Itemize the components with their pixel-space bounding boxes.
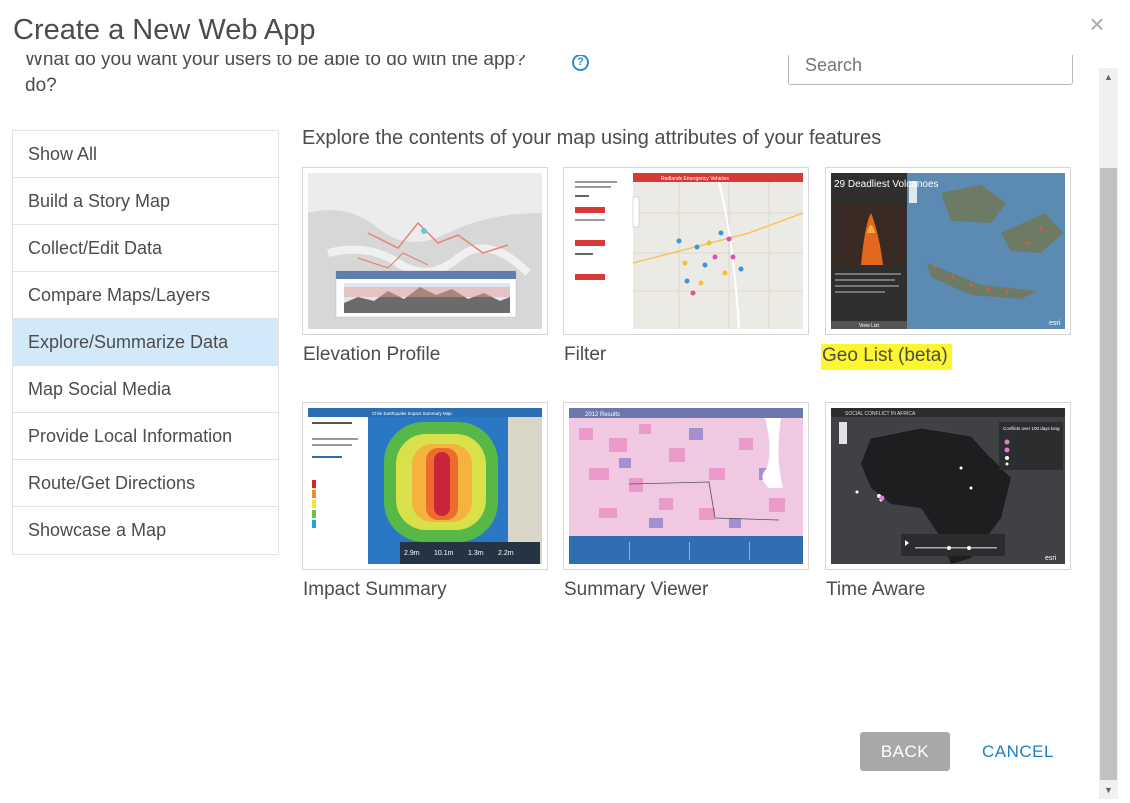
app-card-filter[interactable]: Redlands Emergency Vehicles Filter [563,167,809,366]
impact-summary-map-image: Chile Earthquake Impact Summary Map 2.9m… [308,408,542,564]
question-line-2: do? [25,75,57,96]
app-label-geo-list[interactable]: Geo List (beta) [821,344,952,370]
thumbnail-impact-summary[interactable]: Chile Earthquake Impact Summary Map 2.9m… [302,402,548,570]
summary-header-text: 2012 Results [585,412,620,418]
filter-map-image: Redlands Emergency Vehicles [569,173,803,329]
question-line-1: What do you want your users to be able t… [25,55,526,70]
category-collect-edit-data[interactable]: Collect/Edit Data [13,225,278,272]
search-input[interactable] [805,55,1056,76]
dialog-body: What do you want your users to be able t… [0,55,1098,803]
dialog-title: Create a New Web App [13,14,316,46]
category-map-social-media[interactable]: Map Social Media [13,366,278,413]
time-header-text: SOCIAL CONFLICT IN AFRICA [845,411,916,417]
thumbnail-elevation-profile[interactable] [302,167,548,335]
app-card-geo-list[interactable]: 29 Deadliest Volcanoes View List esri Ge… [821,167,1071,370]
impact-stat-3: 1.3m [468,550,484,557]
question-text: What do you want your users to be able t… [25,55,526,97]
geo-list-esri-mark: esri [1049,320,1061,327]
time-legend-title: Conflicts over 100 days long [1003,426,1060,431]
app-card-impact-summary[interactable]: Chile Earthquake Impact Summary Map 2.9m… [302,402,548,601]
category-route-get-directions[interactable]: Route/Get Directions [13,460,278,507]
category-provide-local-information[interactable]: Provide Local Information [13,413,278,460]
thumbnail-time-aware[interactable]: SOCIAL CONFLICT IN AFRICA Conflicts over… [825,402,1071,570]
thumbnail-summary-viewer[interactable]: 2012 Results [563,402,809,570]
impact-header-text: Chile Earthquake Impact Summary Map [372,411,452,416]
category-list: Show All Build a Story Map Collect/Edit … [12,130,279,555]
close-icon[interactable]: × [1086,11,1108,37]
filter-header-text: Redlands Emergency Vehicles [661,176,729,182]
category-explore-summarize-data[interactable]: Explore/Summarize Data [13,319,278,366]
impact-stat-1: 2.9m [404,550,420,557]
app-label-summary-viewer[interactable]: Summary Viewer [563,579,709,601]
impact-stat-4: 2.2m [498,550,514,557]
app-card-summary-viewer[interactable]: 2012 Results Summary Viewer [563,402,809,601]
scroll-down-arrow-icon[interactable]: ▼ [1099,781,1118,799]
app-label-elevation-profile[interactable]: Elevation Profile [302,344,441,366]
app-card-elevation-profile[interactable]: Elevation Profile [302,167,548,366]
vertical-scrollbar[interactable]: ▲ ▼ [1099,68,1118,799]
help-icon[interactable]: ? [572,55,589,71]
back-button[interactable]: BACK [860,732,950,771]
search-box[interactable] [788,55,1073,85]
app-card-time-aware[interactable]: SOCIAL CONFLICT IN AFRICA Conflicts over… [825,402,1071,601]
time-aware-map-image: SOCIAL CONFLICT IN AFRICA Conflicts over… [831,408,1065,564]
cancel-button[interactable]: CANCEL [977,732,1059,771]
scroll-thumb[interactable] [1100,168,1117,780]
app-label-filter[interactable]: Filter [563,344,607,366]
thumbnail-geo-list[interactable]: 29 Deadliest Volcanoes View List esri [825,167,1071,335]
section-heading: Explore the contents of your map using a… [302,127,882,149]
impact-stat-2: 10.1m [434,550,454,557]
thumbnail-filter[interactable]: Redlands Emergency Vehicles [563,167,809,335]
summary-viewer-map-image: 2012 Results [569,408,803,564]
category-compare-maps-layers[interactable]: Compare Maps/Layers [13,272,278,319]
geo-list-title-text: 29 Deadliest Volcanoes [834,179,939,190]
geo-list-footer-text: View List [859,323,880,329]
category-showcase-map[interactable]: Showcase a Map [13,507,278,554]
scroll-up-arrow-icon[interactable]: ▲ [1099,68,1118,86]
geo-list-map-image: 29 Deadliest Volcanoes View List esri [831,173,1065,329]
app-label-time-aware[interactable]: Time Aware [825,579,926,601]
category-build-story-map[interactable]: Build a Story Map [13,178,278,225]
time-aware-esri-mark: esri [1045,555,1057,562]
app-label-impact-summary[interactable]: Impact Summary [302,579,448,601]
elevation-profile-map-image [308,173,542,329]
category-show-all[interactable]: Show All [13,131,278,178]
